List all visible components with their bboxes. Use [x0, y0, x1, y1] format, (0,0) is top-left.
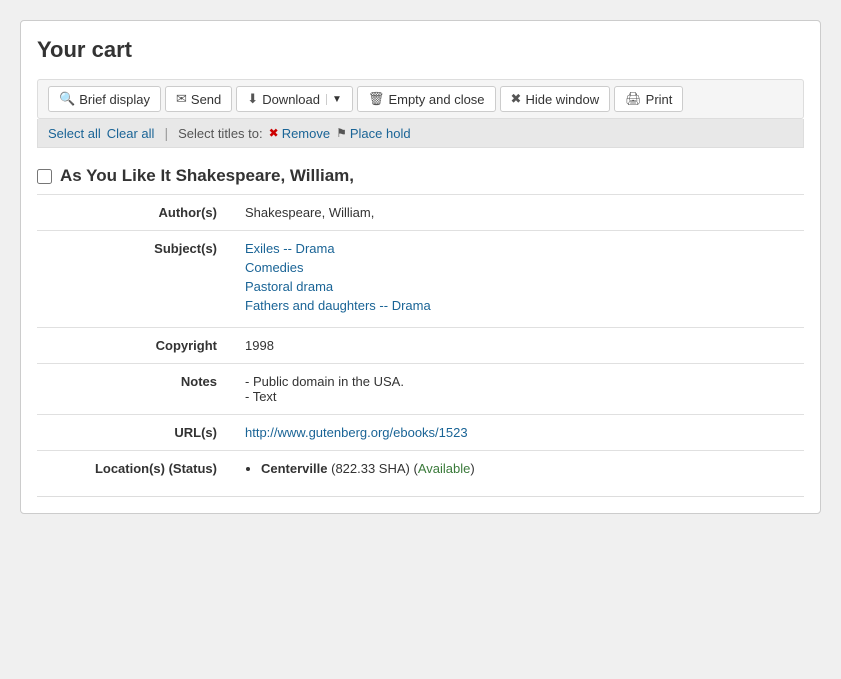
subjects-row: Subject(s) Exiles -- Drama Comedies Past… — [37, 231, 804, 328]
urls-label: URL(s) — [37, 415, 237, 451]
subject-link-2[interactable]: Pastoral drama — [245, 279, 796, 294]
copyright-row: Copyright 1998 — [37, 328, 804, 364]
trash-icon: 🗑 — [368, 91, 385, 107]
search-icon: 🔍 — [59, 91, 75, 107]
copyright-value: 1998 — [237, 328, 804, 364]
notes-row: Notes - Public domain in the USA. - Text — [37, 364, 804, 415]
cart-container: Your cart 🔍 Brief display ✉ Send ⬇ Downl… — [20, 20, 821, 514]
subjects-values: Exiles -- Drama Comedies Pastoral drama … — [237, 231, 804, 328]
location-name: Centerville — [261, 461, 327, 476]
details-table: Author(s) Shakespeare, William, Subject(… — [37, 194, 804, 486]
place-hold-action[interactable]: ⚑ Place hold — [336, 126, 410, 141]
action-bar: Select all Clear all | Select titles to:… — [37, 119, 804, 148]
book-section: As You Like It Shakespeare, William, Aut… — [37, 158, 804, 497]
subject-link-1[interactable]: Comedies — [245, 260, 796, 275]
author-label: Author(s) — [37, 195, 237, 231]
send-icon: ✉ — [176, 91, 187, 107]
notes-values: - Public domain in the USA. - Text — [237, 364, 804, 415]
available-badge: Available — [418, 461, 471, 476]
print-icon: 🖨 — [625, 91, 642, 107]
dropdown-arrow-icon: ▼ — [326, 94, 342, 105]
copyright-label: Copyright — [37, 328, 237, 364]
book-title-row: As You Like It Shakespeare, William, — [37, 158, 804, 194]
author-value: Shakespeare, William, — [237, 195, 804, 231]
url-value: http://www.gutenberg.org/ebooks/1523 — [237, 415, 804, 451]
urls-row: URL(s) http://www.gutenberg.org/ebooks/1… — [37, 415, 804, 451]
location-value: Centerville (822.33 SHA) (Available) — [237, 451, 804, 487]
subject-link-0[interactable]: Exiles -- Drama — [245, 241, 796, 256]
book-title: As You Like It Shakespeare, William, — [60, 166, 354, 186]
empty-close-button[interactable]: 🗑 Empty and close — [357, 86, 496, 112]
toolbar: 🔍 Brief display ✉ Send ⬇ Download ▼ 🗑 Em… — [37, 79, 804, 119]
location-row: Location(s) (Status) Centerville (822.33… — [37, 451, 804, 487]
notes-label: Notes — [37, 364, 237, 415]
url-link[interactable]: http://www.gutenberg.org/ebooks/1523 — [245, 425, 468, 440]
download-button[interactable]: ⬇ Download ▼ — [236, 86, 353, 112]
location-list: Centerville (822.33 SHA) (Available) — [261, 461, 796, 476]
author-row: Author(s) Shakespeare, William, — [37, 195, 804, 231]
subject-link-3[interactable]: Fathers and daughters -- Drama — [245, 298, 796, 313]
remove-action[interactable]: ✖ Remove — [269, 126, 330, 141]
page-title: Your cart — [37, 37, 804, 63]
select-titles-label: Select titles to: — [178, 126, 263, 141]
separator: | — [164, 125, 168, 141]
book-checkbox[interactable] — [37, 169, 52, 184]
note-0: - Public domain in the USA. — [245, 374, 796, 389]
download-icon: ⬇ — [247, 91, 258, 107]
clear-all-link[interactable]: Clear all — [107, 126, 155, 141]
select-all-link[interactable]: Select all — [48, 126, 101, 141]
send-button[interactable]: ✉ Send — [165, 86, 232, 112]
print-button[interactable]: 🖨 Print — [614, 86, 683, 112]
location-label: Location(s) (Status) — [37, 451, 237, 487]
subjects-label: Subject(s) — [37, 231, 237, 328]
brief-display-button[interactable]: 🔍 Brief display — [48, 86, 161, 112]
bookmark-icon: ⚑ — [336, 126, 347, 140]
note-1: - Text — [245, 389, 796, 404]
hide-window-button[interactable]: ✖ Hide window — [500, 86, 611, 112]
x-icon: ✖ — [269, 126, 279, 140]
hide-icon: ✖ — [511, 91, 522, 107]
list-item: Centerville (822.33 SHA) (Available) — [261, 461, 796, 476]
location-call: (822.33 SHA) — [331, 461, 410, 476]
